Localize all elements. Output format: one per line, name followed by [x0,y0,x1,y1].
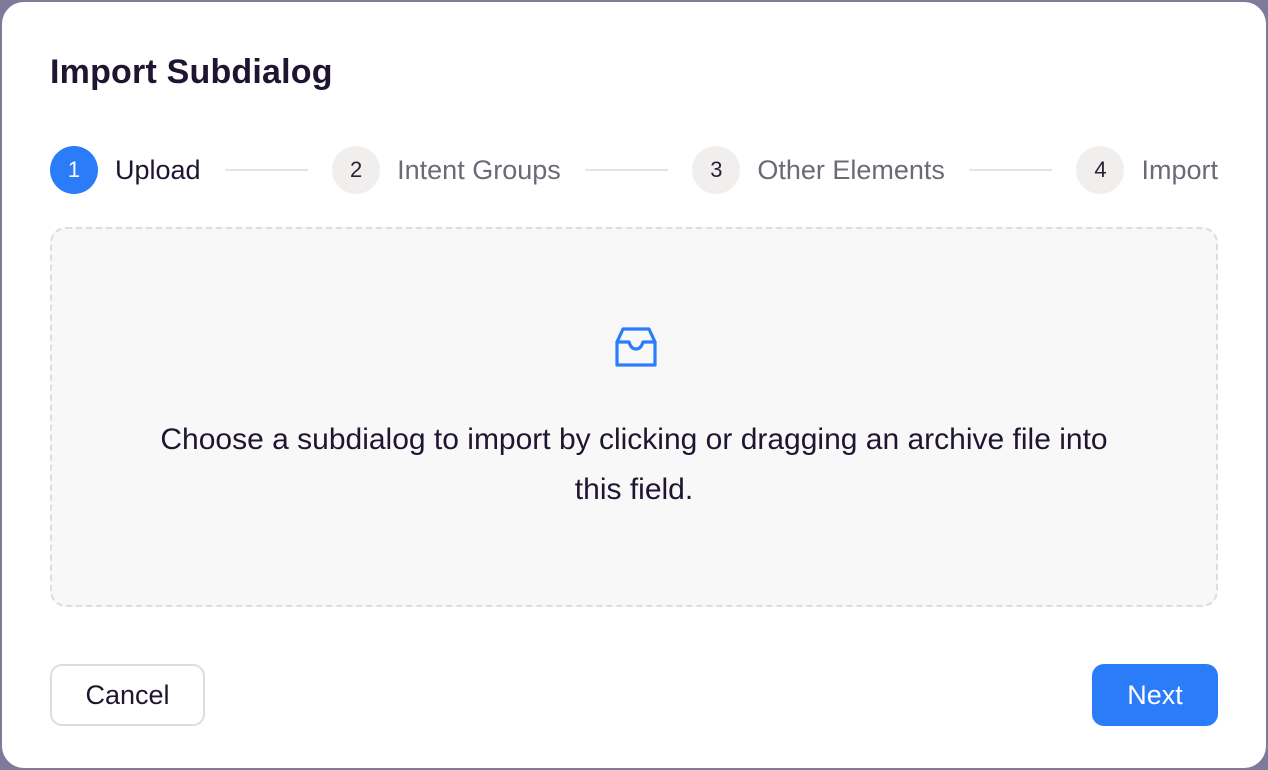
step-number: 3 [692,146,741,194]
step-label: Import [1141,154,1219,185]
step-number: 2 [332,146,381,194]
cancel-button[interactable]: Cancel [50,664,205,726]
file-dropzone[interactable]: Choose a subdialog to import by clicking… [50,227,1218,607]
step-other-elements: 3 Other Elements [692,146,945,194]
step-connector [968,169,1053,171]
step-intent-groups: 2 Intent Groups [332,146,561,194]
step-label: Other Elements [757,154,945,185]
dialog-title: Import Subdialog [50,53,333,91]
import-subdialog-modal: Import Subdialog 1 Upload 2 Intent Group… [2,2,1266,768]
step-label: Intent Groups [397,154,561,185]
step-label: Upload [115,154,201,185]
step-upload: 1 Upload [50,146,201,194]
step-number: 4 [1076,146,1125,194]
dropzone-instructions: Choose a subdialog to import by clicking… [160,423,1108,506]
step-import: 4 Import [1076,146,1218,194]
step-connector [224,169,309,171]
stepper: 1 Upload 2 Intent Groups 3 Other Element… [50,146,1218,194]
inbox-icon [615,327,657,367]
step-number: 1 [50,146,98,194]
step-connector [584,169,669,171]
next-button[interactable]: Next [1092,664,1218,726]
